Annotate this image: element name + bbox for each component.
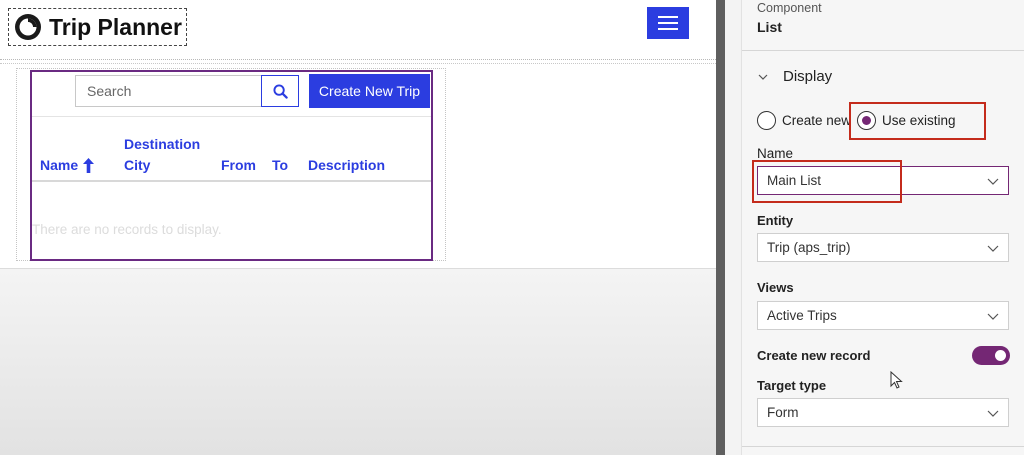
list-table-header: Name Destination City From To Descriptio… [32, 116, 431, 182]
empty-records-message: There are no records to display. [32, 222, 222, 237]
panel-splitter[interactable] [716, 0, 725, 455]
name-field-label: Name [757, 146, 794, 161]
column-header-from[interactable]: From [221, 155, 256, 176]
display-section-toggle[interactable]: Display [757, 68, 832, 85]
brand[interactable]: Trip Planner [8, 8, 187, 46]
section-boundary [0, 63, 716, 64]
column-header-name-label: Name [40, 157, 79, 173]
search-icon [272, 83, 288, 99]
column-header-name[interactable]: Name [40, 155, 95, 176]
search-input[interactable] [75, 75, 263, 107]
divider [742, 50, 1024, 51]
chevron-down-icon [987, 410, 999, 417]
logo-ring-icon [15, 14, 41, 40]
entity-field-label: Entity [757, 213, 794, 228]
properties-panel: Component List Display Create new Use ex… [725, 0, 1024, 455]
site-canvas: Trip Planner Create New Trip Name [0, 0, 716, 455]
highlight-box-use-existing [849, 102, 986, 140]
entity-select-value: Trip (aps_trip) [767, 240, 851, 255]
arrow-up-icon [83, 158, 95, 173]
chevron-down-icon [987, 178, 999, 185]
entity-select[interactable]: Trip (aps_trip) [757, 233, 1009, 262]
radio-create-new[interactable]: Create new [757, 111, 851, 130]
hamburger-line [658, 22, 678, 24]
column-header-destination-city[interactable]: Destination City [124, 134, 224, 176]
column-header-destination-line1: Destination [124, 136, 201, 152]
views-select-value: Active Trips [767, 308, 837, 323]
toggle-knob [995, 350, 1006, 361]
divider [742, 446, 1024, 447]
site-title: Trip Planner [49, 13, 182, 40]
target-type-label: Target type [757, 378, 827, 393]
create-new-trip-button[interactable]: Create New Trip [309, 74, 430, 108]
create-new-record-toggle[interactable] [972, 346, 1010, 365]
views-field-label: Views [757, 280, 794, 295]
radio-create-new-label: Create new [782, 113, 852, 128]
list-component[interactable]: Create New Trip Name Destination City Fr… [30, 70, 433, 261]
component-value: List [757, 19, 782, 35]
site-header: Trip Planner [0, 0, 716, 60]
search-button[interactable] [261, 75, 299, 107]
target-type-select-value: Form [767, 405, 799, 420]
hamburger-menu-icon [658, 16, 678, 18]
chevron-down-icon [758, 74, 768, 80]
properties-panel-content: Component List Display Create new Use ex… [741, 0, 1024, 455]
mouse-cursor-icon [890, 371, 903, 389]
display-section-title: Display [783, 68, 833, 85]
column-header-destination-line2: City [124, 157, 151, 173]
column-header-to[interactable]: To [272, 155, 288, 176]
highlight-box-name [752, 160, 902, 203]
hamburger-menu-button[interactable] [647, 7, 689, 39]
page-footer-area [0, 268, 716, 455]
create-new-record-label: Create new record [757, 348, 871, 363]
column-header-description[interactable]: Description [308, 155, 385, 176]
views-select[interactable]: Active Trips [757, 301, 1009, 330]
target-type-select[interactable]: Form [757, 398, 1009, 427]
hamburger-line [658, 28, 678, 30]
component-label: Component [757, 1, 822, 15]
chevron-down-icon [987, 245, 999, 252]
radio-circle-icon [757, 111, 776, 130]
chevron-down-icon [987, 313, 999, 320]
